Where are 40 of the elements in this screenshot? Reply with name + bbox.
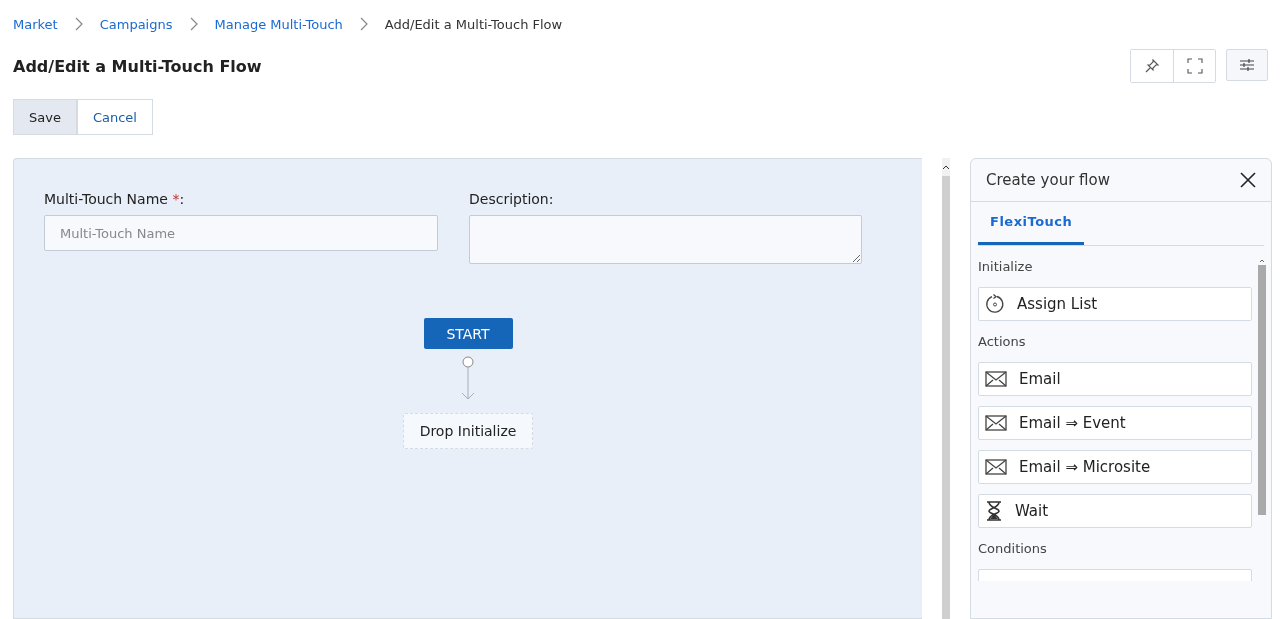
cancel-button[interactable]: Cancel xyxy=(76,99,153,135)
start-node[interactable]: START xyxy=(423,318,513,349)
flow-item[interactable]: Email xyxy=(978,362,1252,396)
drop-zone[interactable]: Drop Initialize xyxy=(402,413,534,449)
field-label: Description: xyxy=(469,191,555,207)
pin-icon xyxy=(1144,58,1160,74)
sliders-icon xyxy=(1239,58,1255,72)
chevron-icon xyxy=(358,17,369,31)
panel-title: Create your flow xyxy=(986,171,1110,189)
panel-tab[interactable]: FlexiTouch xyxy=(978,202,1085,245)
breadcrumb-text: Add/Edit a Multi-Touch Flow xyxy=(384,16,563,32)
page-title: Add/Edit a Multi-Touch Flow xyxy=(13,56,262,76)
section-heading: Conditions xyxy=(978,540,1048,558)
cycle-icon xyxy=(985,294,1005,314)
fullscreen-button[interactable] xyxy=(1173,50,1215,82)
envelope-icon xyxy=(985,459,1007,475)
field-label: Multi-Touch Name *: xyxy=(44,191,186,207)
settings-button[interactable] xyxy=(1226,49,1268,81)
envelope-icon xyxy=(985,415,1007,431)
breadcrumb-link[interactable]: Market xyxy=(13,16,58,32)
flow-item[interactable]: Email ⇒ Microsite xyxy=(978,450,1252,484)
caret-up-icon xyxy=(942,164,950,170)
chevron-icon xyxy=(188,17,199,31)
breadcrumb-link[interactable]: Campaigns xyxy=(99,16,173,32)
breadcrumb-link[interactable]: Manage Multi-Touch xyxy=(214,16,343,32)
flow-item[interactable]: Assign List xyxy=(978,287,1252,321)
hourglass-icon xyxy=(985,501,1003,521)
close-icon[interactable] xyxy=(1240,172,1256,188)
envelope-icon xyxy=(985,371,1007,387)
scrollbar[interactable] xyxy=(942,158,950,619)
section-heading: Actions xyxy=(978,333,1027,351)
save-button[interactable]: Save xyxy=(13,99,77,135)
flow-item[interactable]: Wait xyxy=(978,494,1252,528)
flow-item[interactable]: Email ⇒ Event xyxy=(978,406,1252,440)
fullscreen-icon xyxy=(1186,58,1203,74)
description-input[interactable] xyxy=(469,215,862,264)
name-input[interactable]: Multi-Touch Name xyxy=(44,215,438,251)
section-heading: Initialize xyxy=(978,258,1034,276)
caret-up-icon xyxy=(1259,259,1265,263)
chevron-icon xyxy=(73,17,84,31)
